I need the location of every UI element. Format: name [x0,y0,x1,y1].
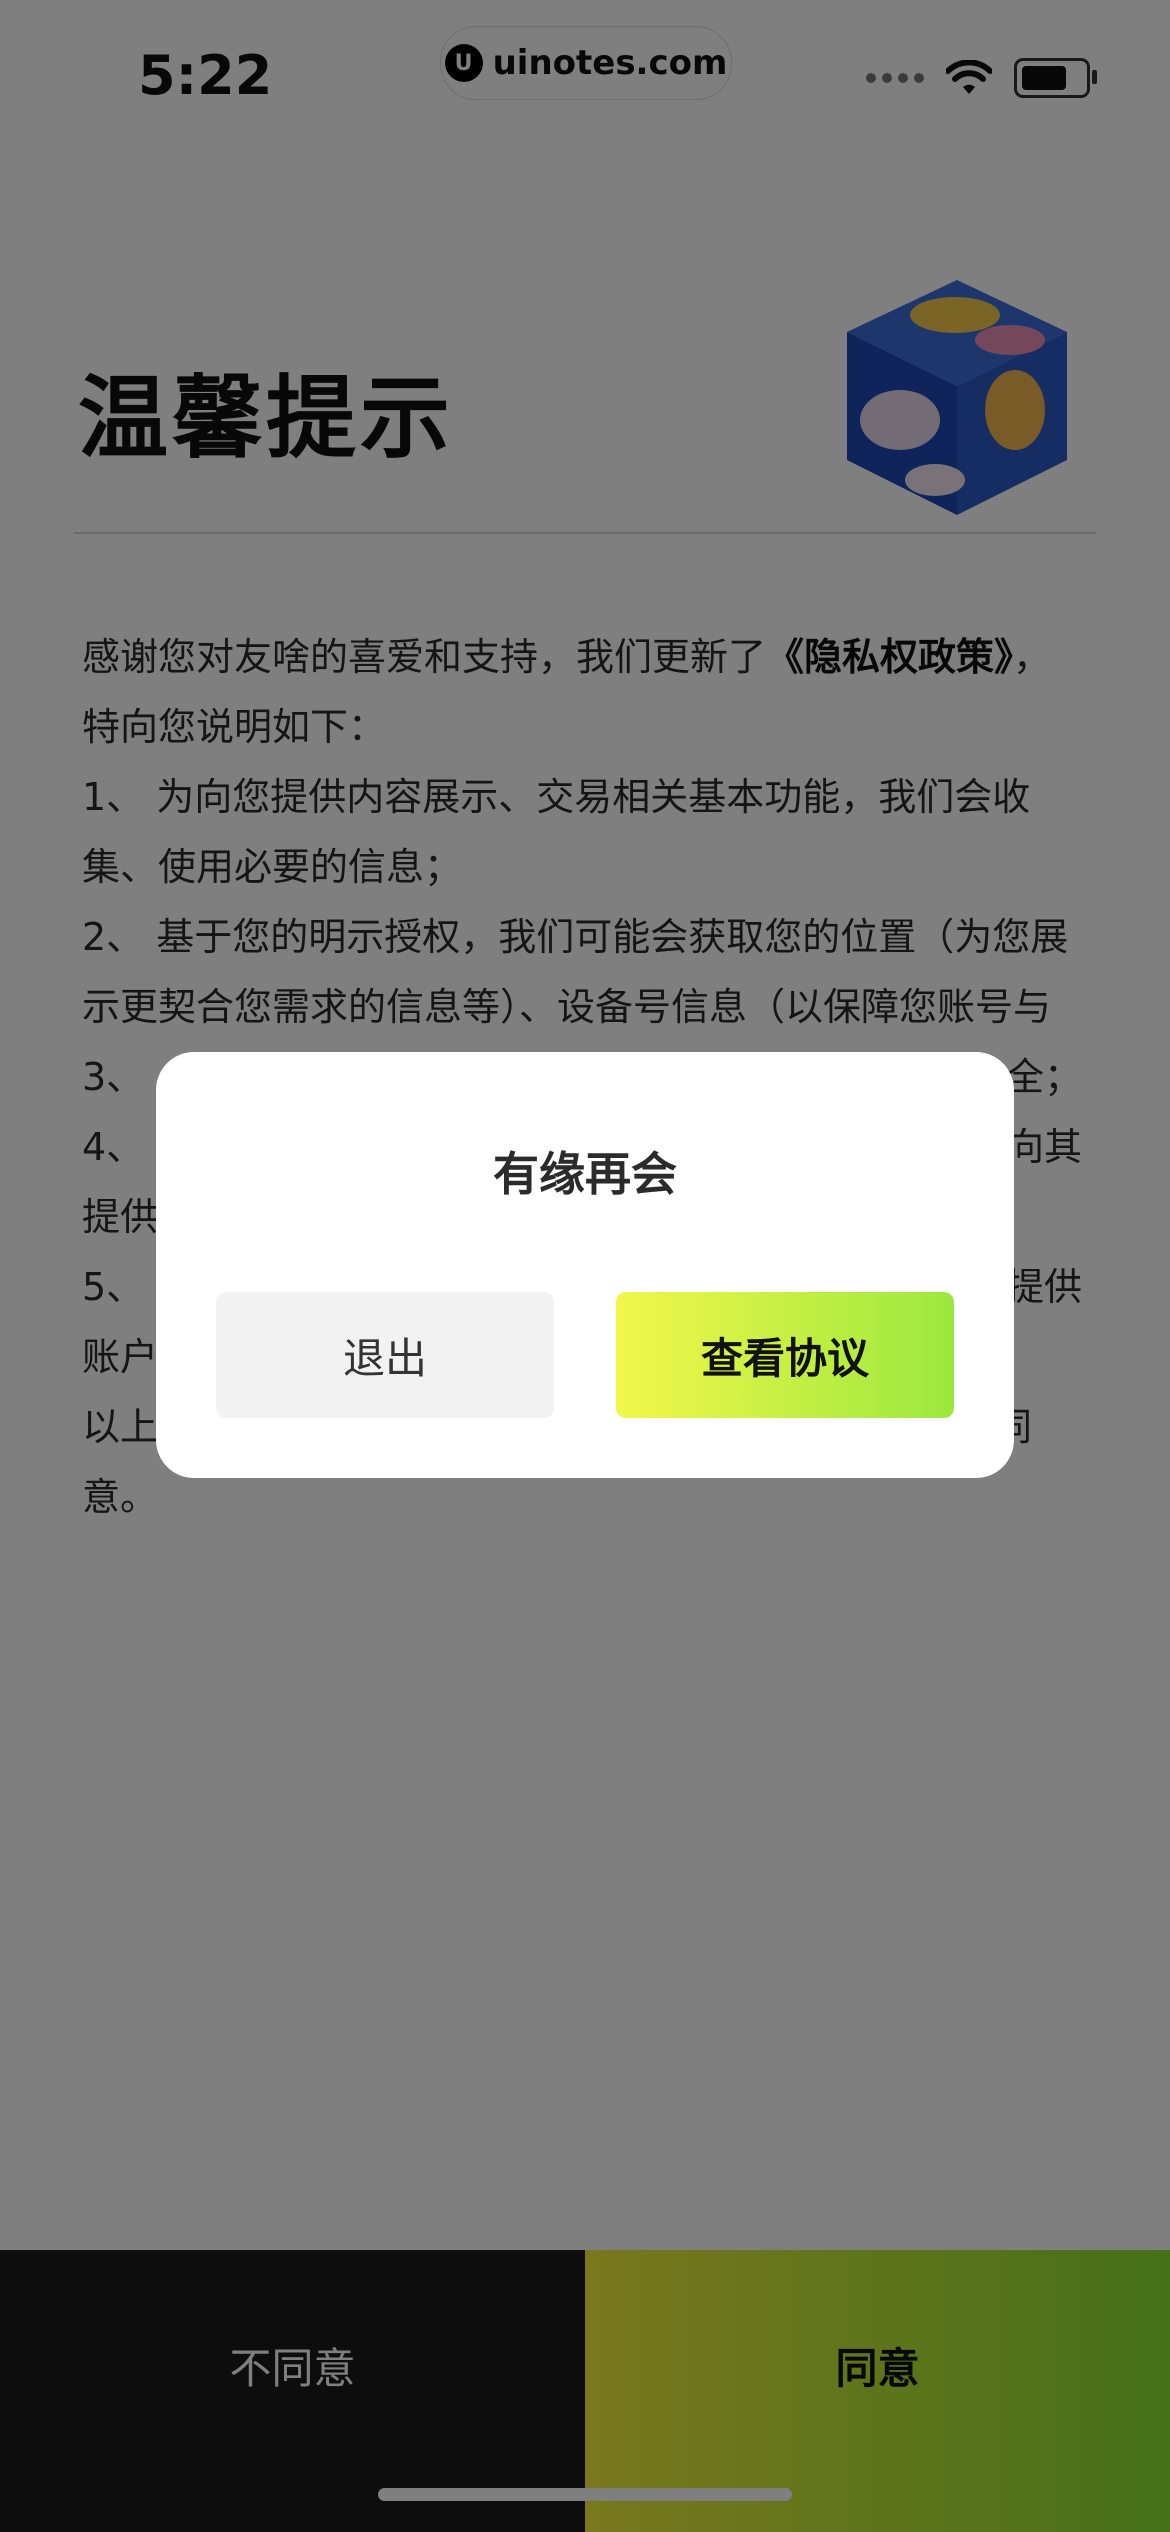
farewell-dialog: 有缘再会 退出 查看协议 [156,1052,1014,1478]
view-agreement-button[interactable]: 查看协议 [616,1292,954,1418]
dialog-title: 有缘再会 [493,1147,677,1201]
exit-button[interactable]: 退出 [216,1292,554,1418]
